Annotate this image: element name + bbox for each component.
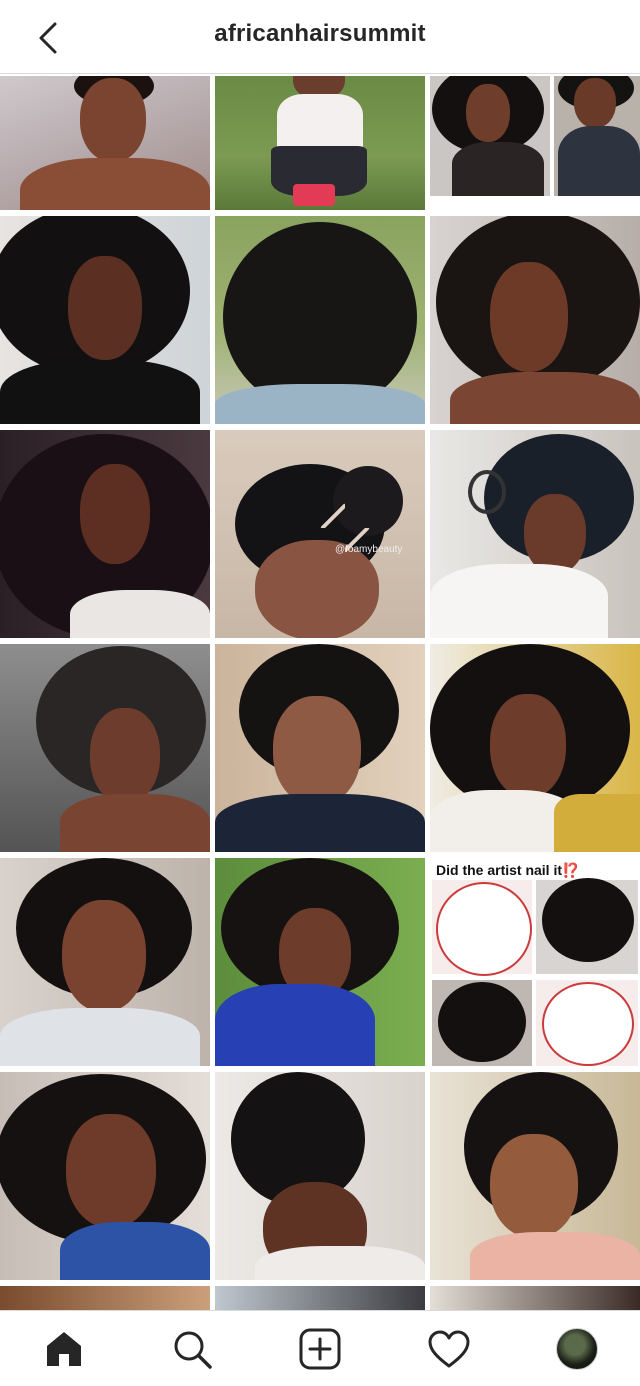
post-thumbnail[interactable]: [430, 216, 640, 424]
new-post-icon: [299, 1328, 341, 1370]
post-thumbnail[interactable]: [0, 644, 210, 852]
post-thumbnail[interactable]: [430, 1286, 640, 1310]
post-grid: @foamybeauty Did the artist nail it⁉️: [0, 76, 640, 1310]
post-thumbnail[interactable]: [215, 1072, 425, 1280]
post-thumbnail[interactable]: [215, 1286, 425, 1310]
search-icon: [174, 1331, 212, 1369]
page-title: africanhairsummit: [214, 20, 426, 47]
post-caption: Did the artist nail it⁉️: [436, 862, 580, 878]
post-thumbnail[interactable]: [430, 430, 640, 638]
post-thumbnail[interactable]: [430, 1072, 640, 1280]
post-thumbnail[interactable]: [0, 1072, 210, 1280]
post-thumbnail[interactable]: [215, 76, 425, 210]
post-thumbnail[interactable]: [0, 216, 210, 424]
nav-search[interactable]: [170, 1327, 214, 1371]
nav-home[interactable]: [42, 1327, 86, 1371]
post-thumbnail[interactable]: [430, 76, 640, 210]
watermark-text: @foamybeauty: [335, 544, 403, 555]
post-thumbnail[interactable]: [215, 858, 425, 1066]
nav-profile[interactable]: [555, 1327, 599, 1371]
nav-activity[interactable]: [427, 1327, 471, 1371]
post-thumbnail[interactable]: [215, 216, 425, 424]
post-thumbnail[interactable]: [0, 76, 210, 210]
post-thumbnail[interactable]: @foamybeauty: [215, 430, 425, 638]
profile-avatar: [556, 1328, 598, 1370]
post-thumbnail[interactable]: [215, 644, 425, 852]
nav-new-post[interactable]: [298, 1327, 342, 1371]
post-thumbnail[interactable]: [0, 858, 210, 1066]
top-bar: africanhairsummit: [0, 0, 640, 74]
post-thumbnail[interactable]: [430, 644, 640, 852]
post-thumbnail[interactable]: [0, 1286, 210, 1310]
post-thumbnail[interactable]: [0, 430, 210, 638]
heart-icon: [428, 1330, 470, 1368]
home-icon: [47, 1332, 81, 1366]
post-thumbnail[interactable]: Did the artist nail it⁉️: [430, 858, 640, 1066]
bottom-nav-bar: [0, 1310, 640, 1386]
